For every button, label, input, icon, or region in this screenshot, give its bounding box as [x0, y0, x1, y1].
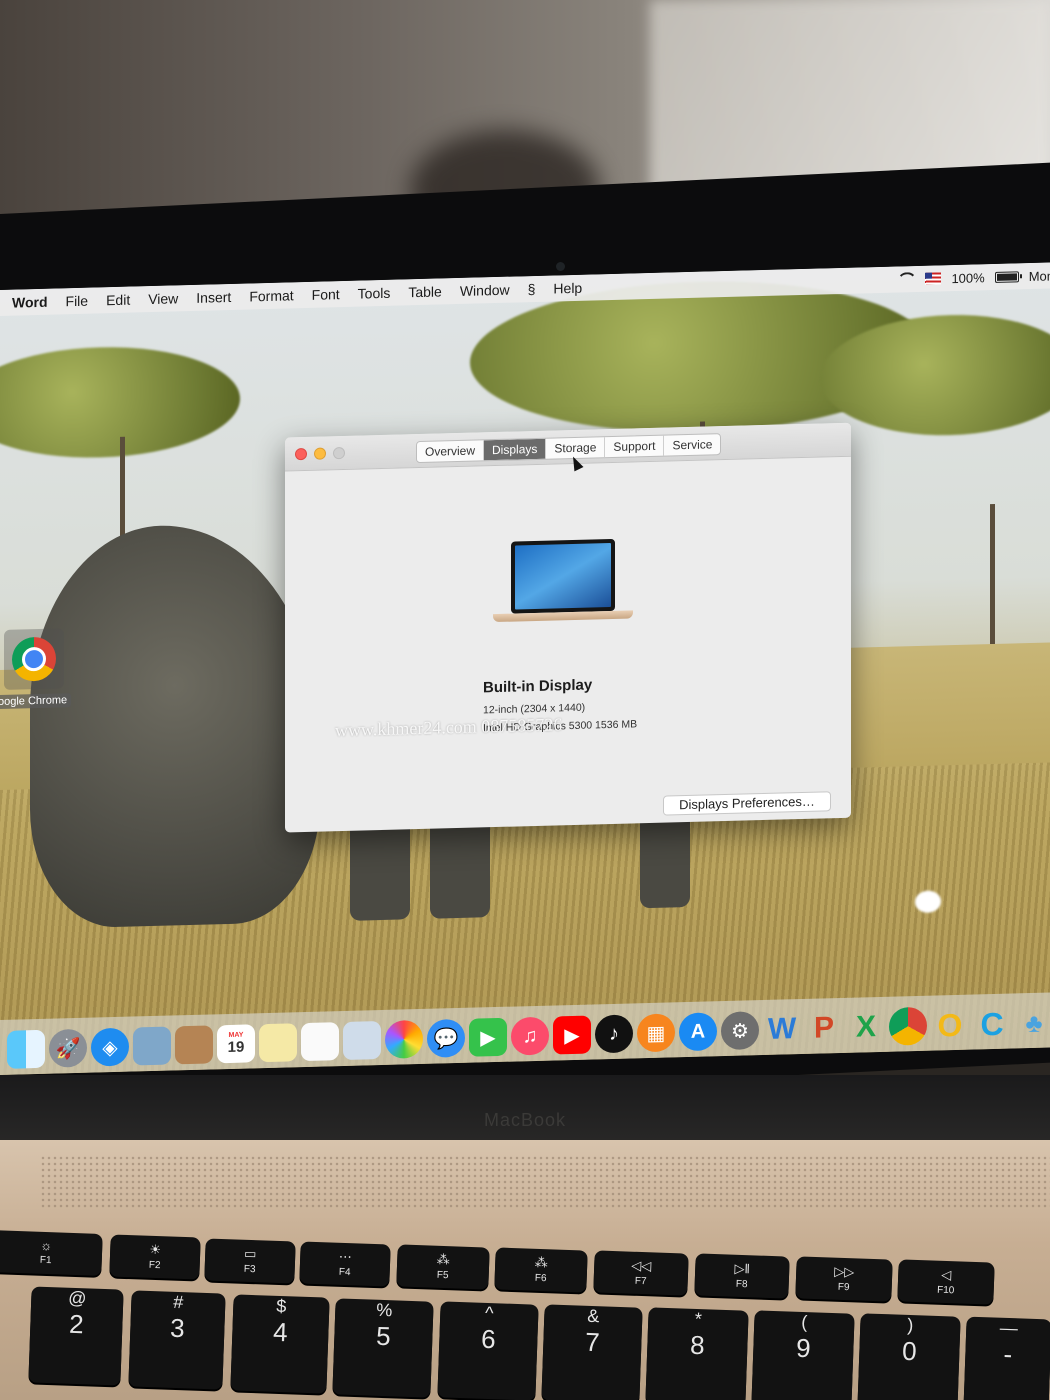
- key-0[interactable]: ) 0: [857, 1313, 961, 1400]
- word-icon[interactable]: W: [763, 1010, 801, 1049]
- rewind-icon: ◁◁: [631, 1257, 652, 1274]
- people-icon[interactable]: ♣: [1015, 1003, 1050, 1042]
- menu-window[interactable]: Window: [451, 281, 519, 299]
- key-9[interactable]: (9: [751, 1310, 855, 1400]
- facetime-icon[interactable]: ▶: [469, 1017, 507, 1057]
- macbook-image: [493, 538, 633, 632]
- key-f5[interactable]: ⁂ F5: [396, 1244, 490, 1290]
- launchpad-icon[interactable]: 🚀: [49, 1028, 87, 1068]
- youtube-icon[interactable]: ▶: [553, 1015, 591, 1055]
- menu-view[interactable]: View: [139, 290, 187, 307]
- menu-format[interactable]: Format: [240, 287, 302, 305]
- preview-icon[interactable]: [133, 1026, 171, 1066]
- opera-icon[interactable]: O: [931, 1006, 969, 1045]
- wifi-icon[interactable]: [895, 272, 915, 287]
- brightness-up-icon: ☀: [149, 1241, 162, 1258]
- battery-icon[interactable]: [994, 270, 1019, 283]
- camera-icon: [556, 262, 565, 271]
- close-button[interactable]: [295, 447, 307, 461]
- books-icon[interactable]: ▦: [637, 1013, 675, 1053]
- tab-support[interactable]: Support: [605, 435, 665, 458]
- key-f6[interactable]: ⁂ F6: [494, 1247, 588, 1293]
- zoom-button[interactable]: [333, 446, 345, 460]
- menu-tools[interactable]: Tools: [349, 285, 400, 302]
- finder-icon[interactable]: [7, 1029, 45, 1069]
- keyboard-light-up-icon: ⁂: [534, 1254, 549, 1271]
- chrome-icon: [12, 636, 56, 682]
- about-this-mac-window: Overview Displays Storage Support Servic…: [285, 422, 851, 833]
- chrome-dock-icon[interactable]: [889, 1006, 927, 1046]
- keyboard-light-down-icon: ⁂: [436, 1251, 451, 1268]
- key-3[interactable]: #3: [128, 1290, 226, 1390]
- app-store-icon[interactable]: A: [679, 1012, 717, 1052]
- menu-app-word[interactable]: Word: [0, 294, 57, 311]
- fast-forward-icon: ▷▷: [834, 1263, 855, 1280]
- preview-2-icon[interactable]: [343, 1021, 381, 1061]
- contacts-icon[interactable]: [175, 1025, 213, 1065]
- reminders-icon[interactable]: [301, 1022, 339, 1062]
- messages-icon[interactable]: 💬: [427, 1018, 465, 1058]
- photos-icon[interactable]: [385, 1019, 423, 1059]
- battery-percent[interactable]: 100%: [951, 270, 984, 286]
- menu-insert[interactable]: Insert: [187, 289, 240, 306]
- wallpaper-trunk: [990, 503, 995, 645]
- key-f2[interactable]: ☀ F2: [109, 1234, 201, 1280]
- excel-icon[interactable]: X: [847, 1008, 885, 1047]
- script-icon[interactable]: §: [519, 281, 545, 298]
- brand-label: MacBook: [483, 1110, 567, 1130]
- key-f8[interactable]: ▷‖ F8: [694, 1253, 790, 1299]
- key-minus[interactable]: — -: [963, 1316, 1050, 1400]
- displays-preferences-button[interactable]: Displays Preferences…: [663, 791, 831, 816]
- key-4[interactable]: $4: [230, 1294, 330, 1394]
- safari-icon[interactable]: ◈: [91, 1027, 129, 1067]
- desktop-chrome-label[interactable]: oogle Chrome: [0, 693, 72, 710]
- powerpoint-icon[interactable]: P: [805, 1009, 843, 1048]
- speaker-grille: [40, 1155, 1050, 1210]
- key-f3[interactable]: ▭ F3: [204, 1238, 296, 1284]
- system-preferences-icon[interactable]: ⚙: [721, 1011, 759, 1051]
- menu-help[interactable]: Help: [544, 280, 591, 297]
- key-8[interactable]: * 8: [645, 1307, 749, 1400]
- menu-font[interactable]: Font: [303, 286, 349, 303]
- laptop-screen: Word File Edit View Insert Format Font T…: [0, 262, 1050, 1075]
- key-f1[interactable]: ☼ F1: [0, 1230, 103, 1276]
- launchpad-icon: ⋯: [338, 1248, 353, 1265]
- menu-file[interactable]: File: [57, 292, 98, 310]
- tab-service[interactable]: Service: [664, 434, 720, 455]
- key-f10[interactable]: ◁ F10: [897, 1259, 995, 1305]
- key-7[interactable]: & 7: [541, 1304, 643, 1400]
- key-5[interactable]: % 5: [332, 1298, 434, 1398]
- menu-table[interactable]: Table: [399, 283, 450, 300]
- notes-icon[interactable]: [259, 1023, 297, 1063]
- desktop-chrome-shortcut[interactable]: [4, 628, 64, 690]
- key-2[interactable]: @2: [28, 1286, 124, 1386]
- play-pause-icon: ▷‖: [734, 1260, 751, 1277]
- key-f7[interactable]: ◁◁ F7: [593, 1250, 689, 1296]
- tab-displays[interactable]: Displays: [484, 438, 547, 461]
- minimize-button[interactable]: [314, 447, 326, 460]
- tiktok-icon[interactable]: ♪: [595, 1014, 633, 1054]
- tab-overview[interactable]: Overview: [417, 440, 485, 463]
- status-area: 100% Mon: [895, 268, 1050, 287]
- c-app-icon[interactable]: C: [973, 1005, 1011, 1044]
- calendar-icon[interactable]: MAY 19: [217, 1024, 255, 1064]
- photo-stage: Word File Edit View Insert Format Font T…: [0, 0, 1050, 1400]
- key-6[interactable]: ^ 6: [437, 1301, 539, 1400]
- key-f4[interactable]: ⋯ F4: [299, 1241, 391, 1287]
- display-title: Built-in Display: [483, 676, 593, 697]
- wallpaper-elephant-leg: [430, 817, 490, 919]
- wallpaper-elephant-leg: [350, 819, 410, 921]
- menu-clock[interactable]: Mon: [1029, 268, 1050, 284]
- mute-icon: ◁: [941, 1266, 952, 1283]
- mission-control-icon: ▭: [243, 1245, 257, 1262]
- key-f9[interactable]: ▷▷ F9: [795, 1256, 893, 1302]
- music-icon[interactable]: ♫: [511, 1016, 549, 1056]
- brightness-down-icon: ☼: [40, 1237, 53, 1254]
- watermark-text: www.khmer24.com 087585726: [335, 714, 563, 741]
- input-source-flag-icon[interactable]: [925, 272, 942, 285]
- calendar-day: 19: [227, 1038, 245, 1057]
- menu-edit[interactable]: Edit: [97, 291, 139, 309]
